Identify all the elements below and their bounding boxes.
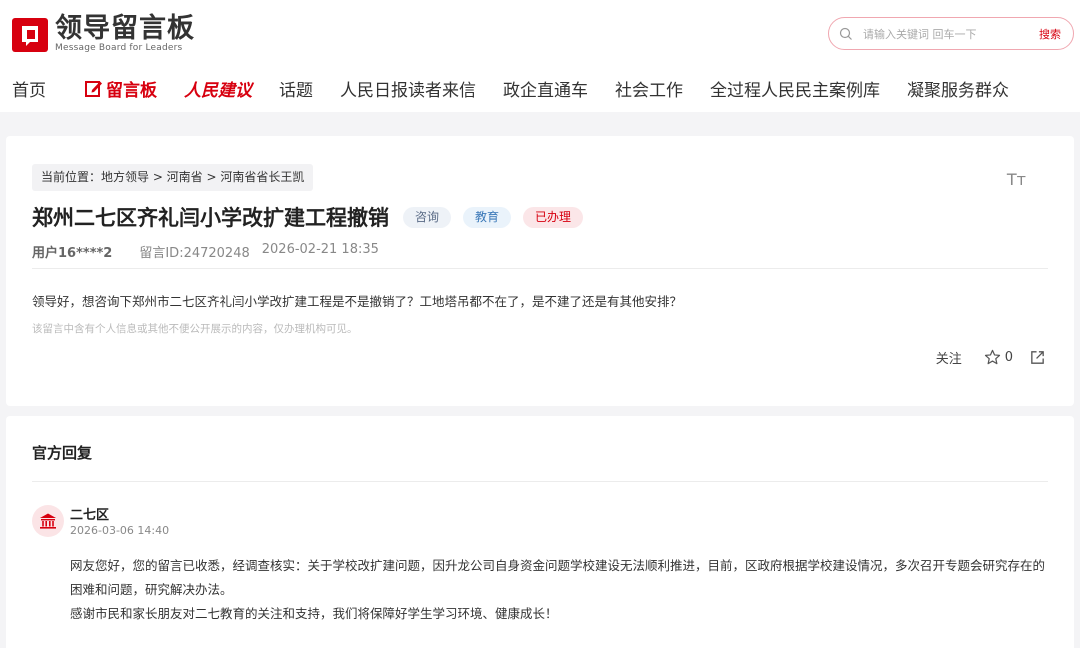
nav-item-message-board[interactable]: 留言板 — [84, 76, 157, 101]
government-building-icon — [40, 513, 56, 529]
reply-paragraph: 网友您好，您的留言已收悉，经调查核实：关于学校改扩建问题，因升龙公司自身资金问题… — [70, 558, 1046, 597]
follow-button[interactable]: 关注 — [936, 348, 962, 367]
message-content: 领导好，想咨询下郑州市二七区齐礼闫小学改扩建工程是不是撤销了？工地塔吊都不在了，… — [32, 294, 683, 309]
official-reply-card: 官方回复 二七区 2026-03-06 14:40 网友您好，您的留言已收悉，经… — [6, 416, 1074, 648]
message-actions: 关注 0 — [936, 348, 1046, 367]
search-icon — [839, 27, 852, 40]
nav-item-topics[interactable]: 话题 — [279, 76, 313, 101]
site-logo[interactable]: 领导留言板 Message Board for Leaders — [12, 14, 195, 54]
share-icon[interactable] — [1029, 349, 1046, 366]
star-count: 0 — [1004, 350, 1013, 365]
message-meta: 用户16****2 留言ID:24720248 2026-02-21 18:35 — [32, 242, 379, 261]
message-id: 留言ID:24720248 — [139, 246, 250, 261]
tag-consult: 咨询 — [403, 206, 452, 228]
search-input[interactable] — [863, 24, 1013, 44]
star-icon — [984, 349, 1000, 365]
logo-mark-icon — [12, 18, 48, 52]
message-title: 郑州二七区齐礼闫小学改扩建工程撤销 — [32, 206, 389, 230]
star-button[interactable]: 0 — [984, 349, 1013, 366]
nav-item-serve-people[interactable]: 凝聚服务群众 — [907, 76, 1009, 101]
nav-item-readers-letters[interactable]: 人民日报读者来信 — [340, 76, 476, 101]
main-nav: 首页 留言板 人民建议 话题 人民日报读者来信 政企直通车 社会工作 全过程人民… — [0, 72, 1036, 104]
breadcrumb[interactable]: 当前位置：地方领导 > 河南省 > 河南省省长王凯 — [32, 164, 314, 191]
reply-department: 二七区 — [70, 508, 110, 523]
font-size-icon[interactable]: Tт — [1007, 170, 1026, 189]
tag-education: 教育 — [463, 206, 512, 228]
nav-item-label: 留言板 — [106, 80, 157, 101]
search-button[interactable]: 搜索 — [1039, 26, 1061, 42]
nav-item-home[interactable]: 首页 — [12, 76, 46, 101]
nav-item-people-suggestion[interactable]: 人民建议 — [184, 76, 252, 101]
logo-title: 领导留言板 — [55, 12, 195, 44]
nav-item-social-work[interactable]: 社会工作 — [615, 76, 683, 101]
reply-paragraph: 感谢市民和家长朋友对二七教育的关注和支持，我们将保障好学生学习环境、健康成长！ — [70, 606, 558, 621]
reply-body: 网友您好，您的留言已收悉，经调查核实：关于学校改扩建问题，因升龙公司自身资金问题… — [70, 554, 1050, 626]
logo-subtitle: Message Board for Leaders — [55, 42, 183, 53]
nav-item-enterprise-express[interactable]: 政企直通车 — [503, 76, 588, 101]
reply-datetime: 2026-03-06 14:40 — [70, 524, 170, 537]
message-card: 当前位置：地方领导 > 河南省 > 河南省省长王凯 Tт 郑州二七区齐礼闫小学改… — [6, 136, 1074, 406]
privacy-notice: 该留言中含有个人信息或其他不便公开展示的内容，仅办理机构可见。 — [32, 323, 358, 335]
reply-section-title: 官方回复 — [32, 444, 93, 462]
avatar — [32, 505, 64, 537]
user-name: 用户16****2 — [32, 246, 113, 261]
top-header: 领导留言板 Message Board for Leaders 搜索 首页 留言… — [0, 0, 1080, 112]
search-box: 搜索 — [828, 17, 1074, 50]
divider — [32, 268, 1048, 269]
edit-icon — [85, 80, 102, 97]
message-datetime: 2026-02-21 18:35 — [261, 242, 379, 257]
status-badge: 已办理 — [523, 206, 584, 228]
divider — [32, 481, 1048, 482]
nav-item-democracy-cases[interactable]: 全过程人民民主案例库 — [710, 76, 880, 101]
